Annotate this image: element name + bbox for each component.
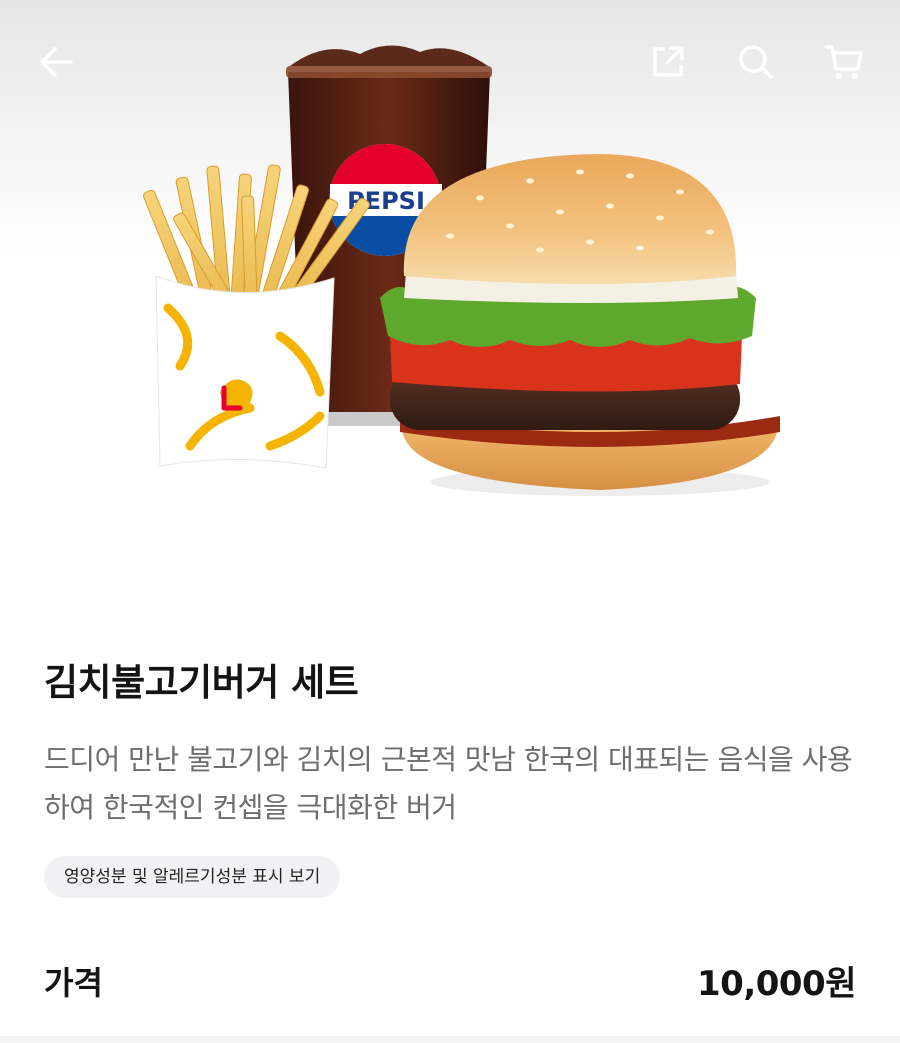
share-button[interactable] <box>640 34 696 90</box>
cart-button[interactable] <box>816 34 872 90</box>
top-bar <box>0 0 900 124</box>
cart-icon <box>824 45 863 79</box>
nutrition-allergy-button[interactable]: 영양성분 및 알레르기성분 표시 보기 <box>44 856 341 898</box>
product-description: 드디어 만난 불고기와 김치의 근본적 맛남 한국의 대표되는 음식을 사용하여… <box>44 743 853 824</box>
back-button[interactable] <box>28 34 84 90</box>
price-value: 10,000원 <box>697 964 856 1004</box>
search-button[interactable] <box>728 34 784 90</box>
product-title: 김치불고기버거 세트 <box>44 661 359 704</box>
search-icon <box>739 45 773 79</box>
share-icon <box>653 46 684 77</box>
section-divider <box>0 1036 900 1043</box>
burger <box>380 154 780 496</box>
price-label: 가격 <box>44 964 103 1002</box>
arrow-left-icon <box>40 47 73 77</box>
